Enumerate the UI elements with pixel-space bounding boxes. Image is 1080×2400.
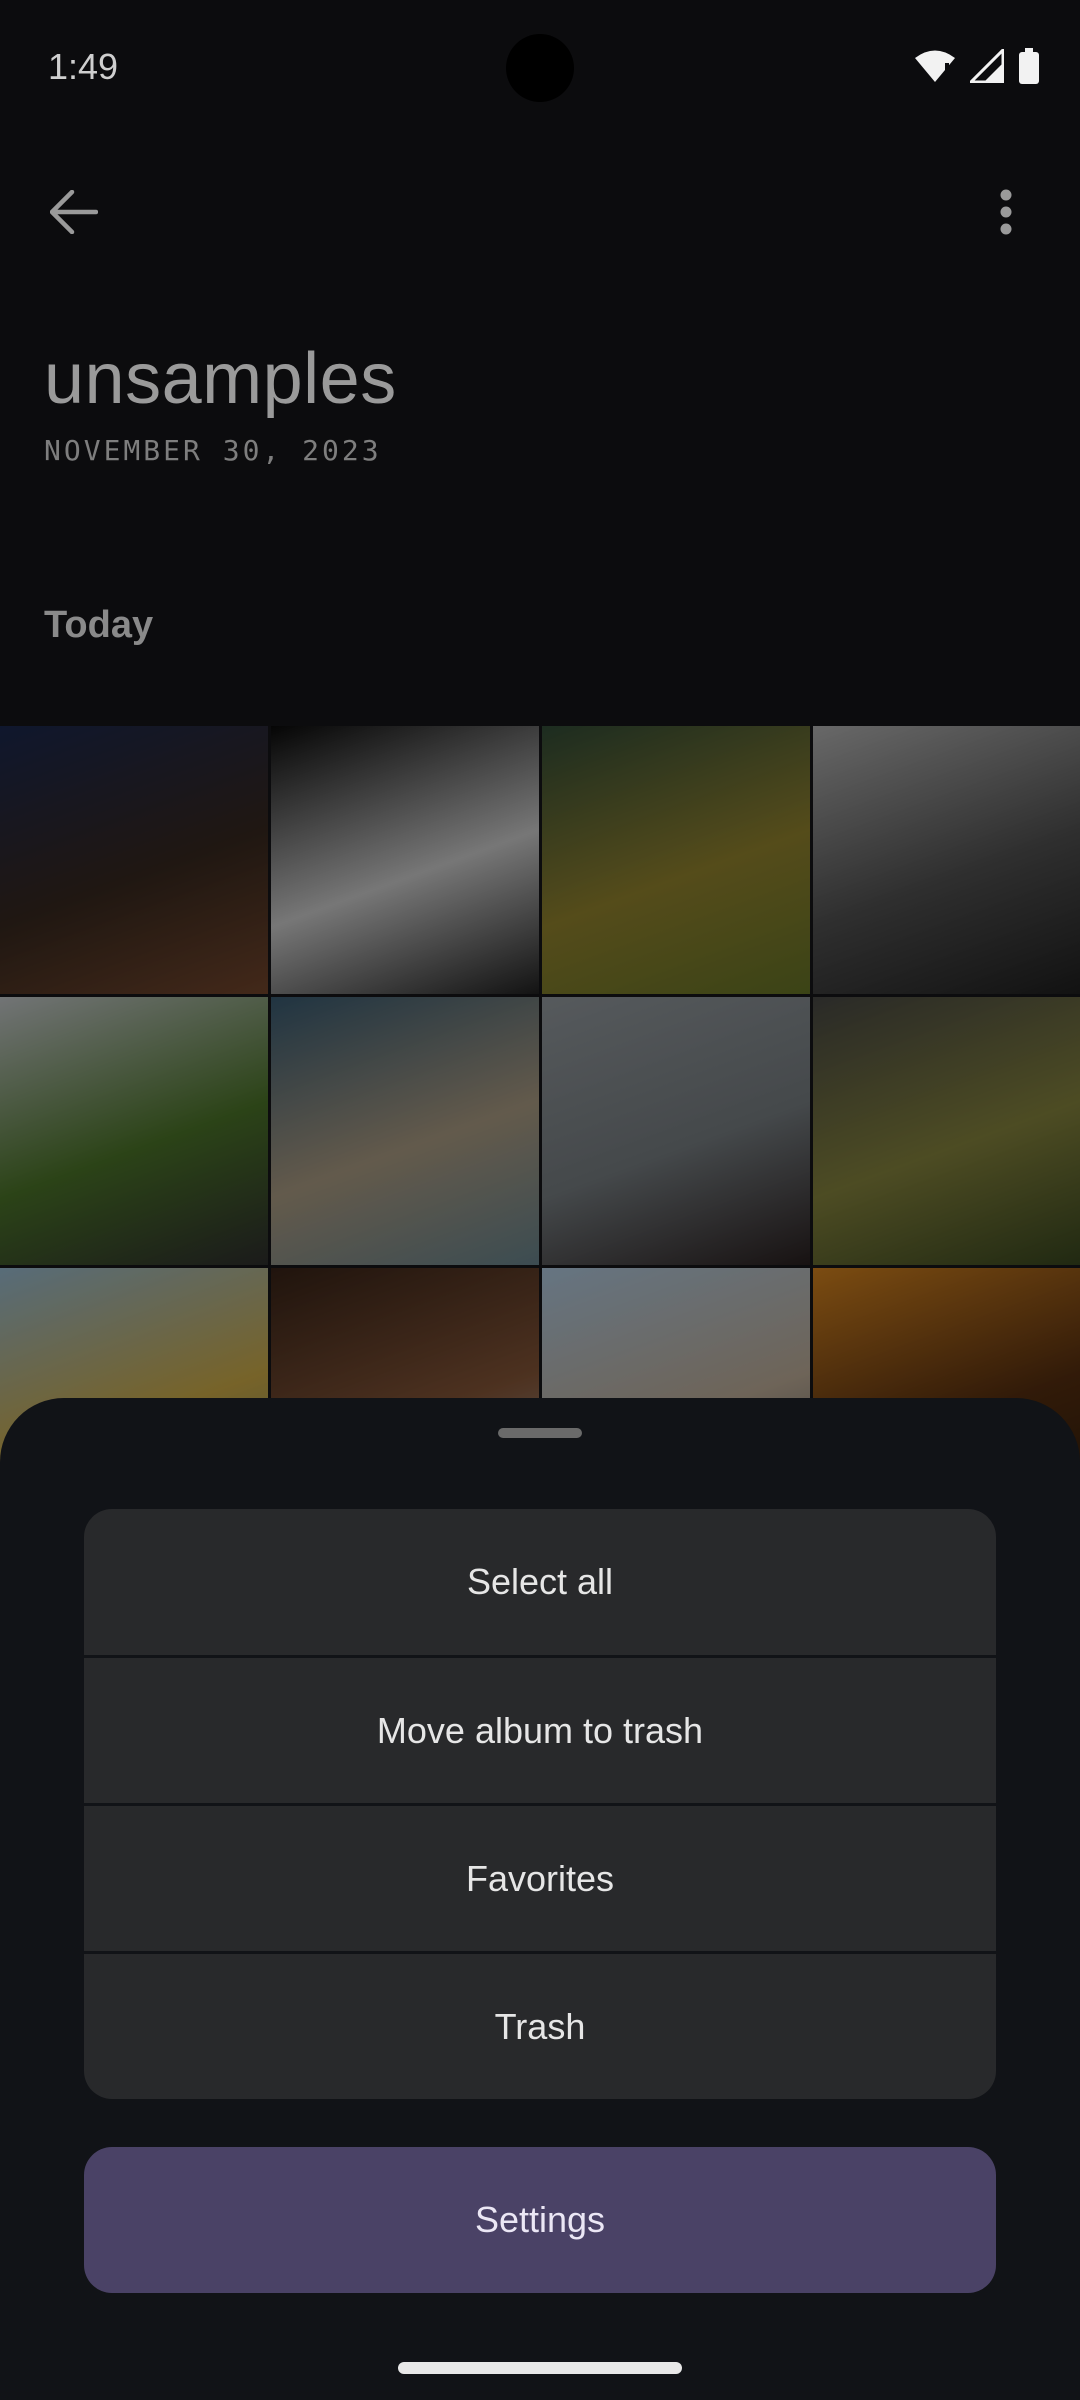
drag-handle[interactable] [498, 1428, 582, 1438]
photo-tile[interactable] [542, 726, 810, 994]
status-bar: 1:49 [0, 0, 1080, 140]
trash-button[interactable]: Trash [84, 1951, 996, 2099]
photo-tile[interactable] [813, 726, 1080, 994]
photo-tile[interactable] [0, 997, 268, 1265]
album-date: NOVEMBER 30, 2023 [44, 434, 382, 467]
status-time: 1:49 [48, 46, 119, 87]
settings-button[interactable]: Settings [84, 2147, 996, 2293]
photo-tile[interactable] [271, 997, 539, 1265]
more-vert-icon [999, 189, 1013, 240]
battery-icon [1018, 48, 1040, 84]
photo-tile[interactable] [271, 726, 539, 994]
camera-cutout [506, 34, 574, 102]
section-title-today: Today [44, 604, 154, 646]
arrow-left-icon [49, 189, 99, 239]
gesture-nav-handle[interactable] [398, 2362, 682, 2374]
favorites-button[interactable]: Favorites [84, 1803, 996, 1951]
photo-tile[interactable] [813, 997, 1080, 1265]
back-button[interactable] [40, 180, 108, 248]
bottom-sheet: Select all Move album to trash Favorites… [0, 1398, 1080, 2400]
photo-tile[interactable] [0, 726, 268, 994]
album-title: unsamples [44, 339, 397, 419]
wifi-icon [914, 49, 956, 83]
status-icons [914, 46, 1040, 86]
more-options-button[interactable] [972, 180, 1040, 248]
signal-icon [970, 49, 1004, 83]
move-album-to-trash-button[interactable]: Move album to trash [84, 1655, 996, 1803]
menu-group: Select all Move album to trash Favorites… [84, 1509, 996, 2099]
select-all-button[interactable]: Select all [84, 1509, 996, 1655]
photo-tile[interactable] [542, 997, 810, 1265]
